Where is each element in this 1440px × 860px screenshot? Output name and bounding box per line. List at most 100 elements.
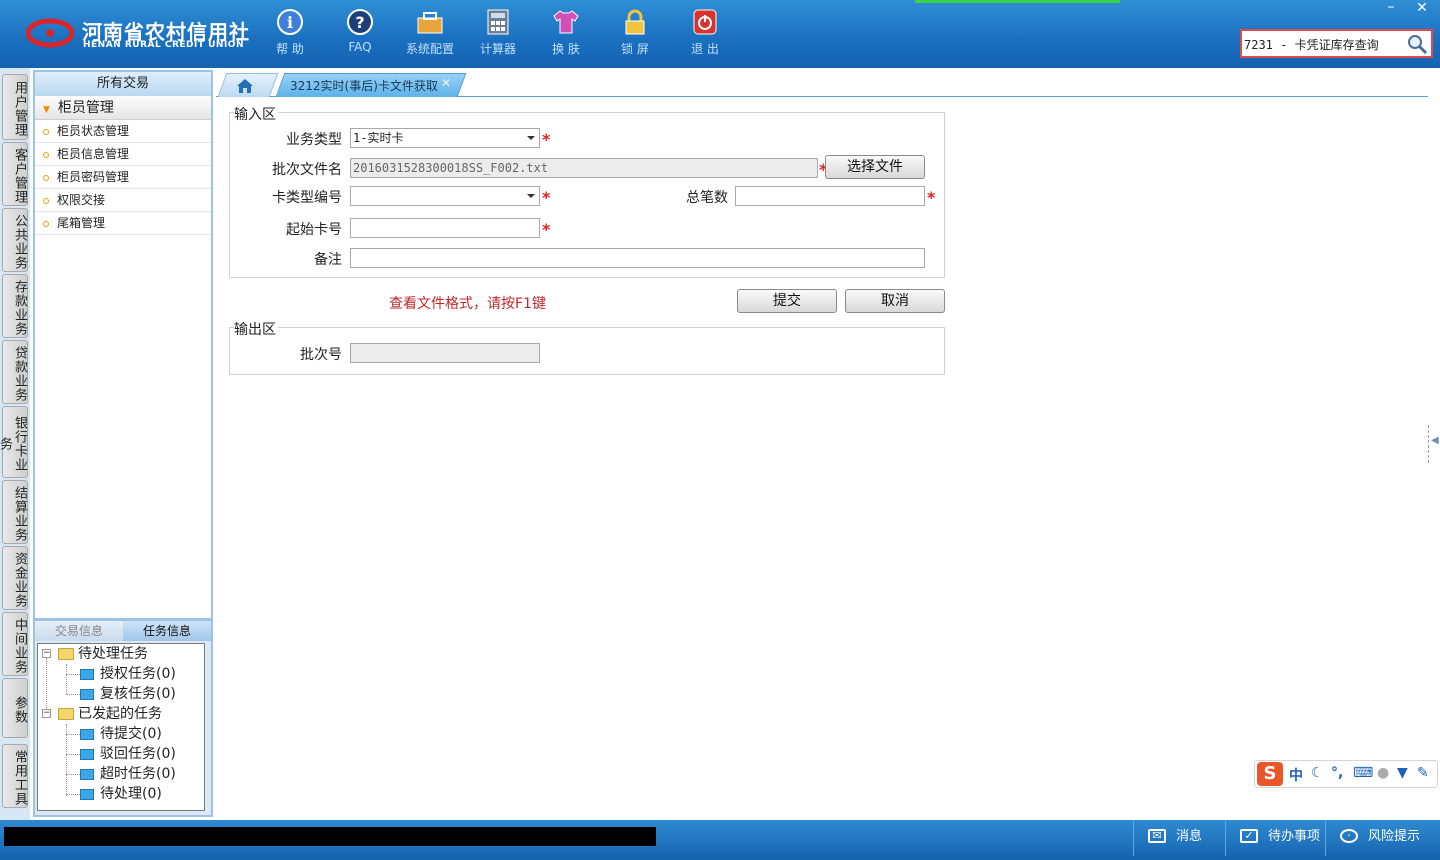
card-type-label: 卡类型编号 <box>272 190 342 206</box>
menu-item-label: 柜员密码管理 <box>57 170 130 184</box>
vtab-common-tools[interactable]: 常用工具 <box>2 744 28 808</box>
input-section-title: 输入区 <box>234 104 278 124</box>
remark-field[interactable] <box>350 248 925 268</box>
vtab-intermediary-business[interactable]: 中间业务 <box>2 612 28 676</box>
checkbox-icon: ✓ <box>1240 828 1258 843</box>
info-icon: i <box>277 9 303 35</box>
menu-group-teller-management[interactable]: ▼ 柜员管理 <box>35 96 211 120</box>
search-icon[interactable] <box>1405 33 1429 55</box>
total-count-field[interactable] <box>735 186 925 206</box>
transaction-menu: 所有交易 ▼ 柜员管理 柜员状态管理 柜员信息管理 柜员密码管理 权限交接 尾箱管… <box>33 70 213 620</box>
task-leaf-icon <box>80 728 94 740</box>
home-icon[interactable] <box>236 78 254 94</box>
collapse-icon[interactable]: − <box>42 649 51 658</box>
todo-button[interactable]: ✓ 待办事项 <box>1225 820 1325 856</box>
user-icon[interactable]: ● <box>1377 765 1389 781</box>
shirt-icon[interactable]: ▼ <box>1397 765 1408 781</box>
calculator-button[interactable]: 计算器 <box>470 8 526 57</box>
wrench-icon[interactable]: ✎ <box>1417 765 1429 781</box>
bullet-icon <box>43 128 49 135</box>
batch-no-field <box>350 343 540 363</box>
tree-item-to-submit[interactable]: 待提交(0) <box>80 724 162 744</box>
start-card-field[interactable] <box>350 218 540 238</box>
tree-item-label: 复核任务(0) <box>100 686 176 702</box>
tree-group-pending[interactable]: 待处理任务 <box>58 644 148 664</box>
messages-button[interactable]: ✉ 消息 <box>1133 820 1225 856</box>
close-window-button[interactable]: ✕ <box>1407 0 1437 18</box>
transaction-search <box>1240 29 1433 58</box>
power-icon <box>693 9 717 35</box>
tab-transaction-info[interactable]: 交易信息 <box>35 621 123 641</box>
vtab-parameters[interactable]: 参数 <box>2 678 28 738</box>
page-tabs: 3212实时(事后)卡文件获取 ✕ <box>216 70 1428 97</box>
tab-task-info[interactable]: 任务信息 <box>123 621 211 641</box>
messages-label: 消息 <box>1176 829 1203 844</box>
change-skin-label: 换 肤 <box>552 42 580 56</box>
collapse-right-handle[interactable]: ◀ <box>1428 425 1440 463</box>
faq-button[interactable]: ? FAQ <box>332 8 388 54</box>
calculator-label: 计算器 <box>479 42 516 56</box>
vtab-public-business[interactable]: 公共业务 <box>2 208 28 272</box>
vtab-customer-management[interactable]: 客户管理 <box>2 142 28 206</box>
search-input[interactable] <box>1244 35 1404 53</box>
vtab-deposit-business[interactable]: 存款业务 <box>2 274 28 338</box>
tree-item-review[interactable]: 复核任务(0) <box>80 684 176 704</box>
card-type-select[interactable] <box>350 186 540 206</box>
required-mark: * <box>542 130 551 149</box>
task-panel: 交易信息 任务信息 − 待处理任务 授权任务(0) 复核任务(0) − 已发起的… <box>33 619 213 817</box>
batch-no-label: 批次号 <box>300 347 342 363</box>
cancel-button[interactable]: 取消 <box>845 289 945 313</box>
moon-icon[interactable]: ☾ <box>1311 765 1324 781</box>
tab-close-icon[interactable]: ✕ <box>441 76 451 90</box>
vtab-loan-business[interactable]: 贷款业务 <box>2 340 28 404</box>
submit-button[interactable]: 提交 <box>737 289 837 313</box>
menu-item-teller-status[interactable]: 柜员状态管理 <box>35 120 211 143</box>
task-leaf-icon <box>80 688 94 700</box>
menu-item-teller-info[interactable]: 柜员信息管理 <box>35 143 211 166</box>
task-tree: − 待处理任务 授权任务(0) 复核任务(0) − 已发起的任务 待提交(0) … <box>37 643 205 811</box>
logo-emblem-icon <box>26 18 74 48</box>
menu-group-label: 柜员管理 <box>57 100 114 116</box>
tree-item-rejected[interactable]: 驳回任务(0) <box>80 744 176 764</box>
vtab-bank-card-business[interactable]: 银行卡业务 <box>0 406 28 478</box>
chevron-left-icon: ◀ <box>1431 435 1439 446</box>
help-button[interactable]: i 帮 助 <box>262 8 318 57</box>
risk-alert-button[interactable]: · 风险提示 <box>1325 820 1437 856</box>
collapse-icon[interactable]: − <box>42 709 51 718</box>
lock-icon <box>625 9 645 35</box>
required-mark: * <box>927 188 936 207</box>
menu-item-label: 权限交接 <box>57 193 106 207</box>
logo-text-en: HENAN RURAL CREDIT UNION <box>83 40 244 50</box>
tree-item-authorization[interactable]: 授权任务(0) <box>80 664 176 684</box>
batch-file-field[interactable]: 2016031528300018SS_F002.txt <box>350 158 818 178</box>
tree-item-pending[interactable]: 待处理(0) <box>80 784 162 804</box>
vtab-settlement-business[interactable]: 结算业务 <box>2 480 28 544</box>
business-type-select[interactable]: 1-实时卡 <box>350 128 540 148</box>
batch-file-label: 批次文件名 <box>272 162 342 178</box>
tree-item-label: 待提交(0) <box>100 726 162 742</box>
calculator-icon <box>487 9 509 35</box>
menu-item-label: 柜员状态管理 <box>57 124 130 138</box>
ime-logo-icon[interactable]: S <box>1257 762 1283 786</box>
lock-screen-button[interactable]: 锁 屏 <box>607 8 663 57</box>
keyboard-icon[interactable]: ⌨ <box>1353 765 1373 781</box>
tree-item-timeout[interactable]: 超时任务(0) <box>80 764 176 784</box>
punctuation-icon[interactable]: °, <box>1331 765 1343 781</box>
required-mark: * <box>542 188 551 207</box>
minimize-button[interactable]: – <box>1376 0 1406 18</box>
vtab-fund-business[interactable]: 资金业务 <box>2 546 28 610</box>
vtab-user-management[interactable]: 用户管理 <box>2 74 28 140</box>
chat-bubble-icon: · <box>1340 828 1358 843</box>
ime-toolbar: S 中 ☾ °, ⌨ ● ▼ ✎ <box>1254 760 1438 788</box>
menu-item-tail-box[interactable]: 尾箱管理 <box>35 212 211 235</box>
menu-item-permission-handover[interactable]: 权限交接 <box>35 189 211 212</box>
change-skin-button[interactable]: 换 肤 <box>538 8 594 57</box>
ime-chinese-mode[interactable]: 中 <box>1289 765 1303 785</box>
menu-item-teller-password[interactable]: 柜员密码管理 <box>35 166 211 189</box>
top-header: 河南省农村信用社 HENAN RURAL CREDIT UNION i 帮 助 … <box>0 0 1440 68</box>
select-file-button[interactable]: 选择文件 <box>825 155 925 179</box>
system-config-button[interactable]: 系统配置 <box>402 8 458 57</box>
tree-item-label: 授权任务(0) <box>100 666 176 682</box>
exit-button[interactable]: 退 出 <box>677 8 733 57</box>
tree-group-initiated[interactable]: 已发起的任务 <box>58 704 162 724</box>
